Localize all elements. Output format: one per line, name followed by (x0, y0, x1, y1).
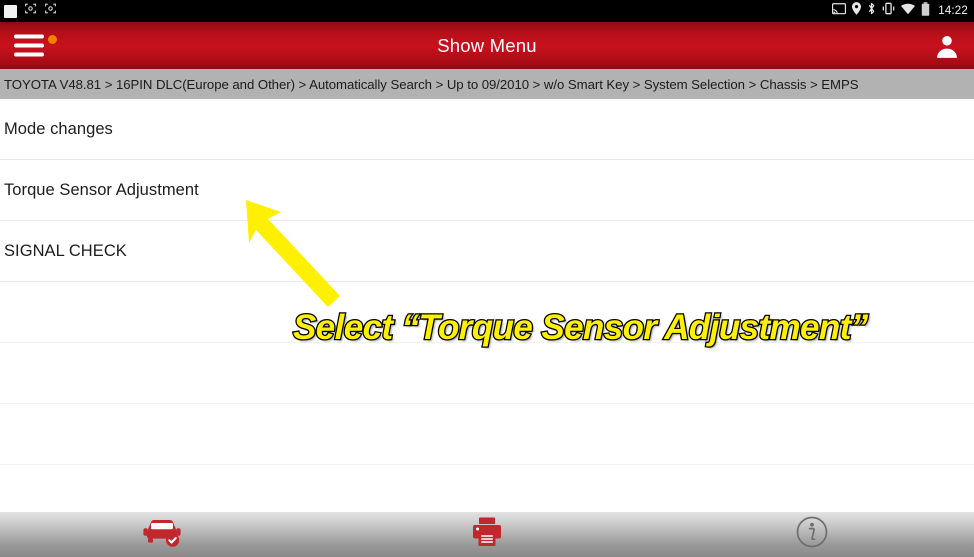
print-button[interactable] (325, 512, 650, 557)
location-pin-icon (852, 2, 862, 20)
menu-item-signal-check[interactable]: SIGNAL CHECK (0, 221, 974, 282)
cast-screen-icon (832, 2, 847, 20)
breadcrumb: TOYOTA V48.81 > 16PIN DLC(Europe and Oth… (0, 69, 974, 99)
menu-empty-row (0, 404, 974, 465)
user-account-icon[interactable] (934, 33, 960, 59)
vehicle-check-icon (141, 516, 183, 553)
menu-item-label: Mode changes (4, 119, 113, 138)
vehicle-check-button[interactable] (0, 512, 325, 557)
info-icon (795, 515, 829, 554)
white-square-icon (4, 4, 17, 18)
status-bar-system-icons: 14:22 (832, 1, 968, 21)
menu-empty-row (0, 282, 974, 343)
app-header: Show Menu (0, 22, 974, 69)
bluetooth-icon (867, 2, 876, 20)
menu-item-label: Torque Sensor Adjustment (4, 180, 199, 199)
app-window: 14:22 Show Menu TOYOTA V48.81 > 16PIN DL… (0, 0, 974, 557)
menu-item-mode-changes[interactable]: Mode changes (0, 99, 974, 160)
status-bar-clock: 14:22 (938, 5, 968, 17)
vibrate-icon (882, 2, 895, 20)
status-bar-notifications (4, 2, 57, 20)
info-button[interactable] (649, 512, 974, 557)
screenshot-capture-icon (44, 2, 57, 20)
battery-icon (921, 1, 930, 21)
page-title: Show Menu (437, 34, 537, 56)
screenshot-capture-icon (24, 2, 37, 20)
menu-empty-row (0, 343, 974, 404)
menu-item-torque-sensor-adjustment[interactable]: Torque Sensor Adjustment (0, 160, 974, 221)
android-status-bar: 14:22 (0, 0, 974, 22)
menu-list: Mode changes Torque Sensor Adjustment SI… (0, 99, 974, 512)
breadcrumb-text: TOYOTA V48.81 > 16PIN DLC(Europe and Oth… (4, 76, 859, 92)
bottom-toolbar (0, 512, 974, 557)
wifi-icon (901, 2, 916, 20)
printer-icon (470, 515, 504, 554)
menu-item-label: SIGNAL CHECK (4, 241, 127, 260)
